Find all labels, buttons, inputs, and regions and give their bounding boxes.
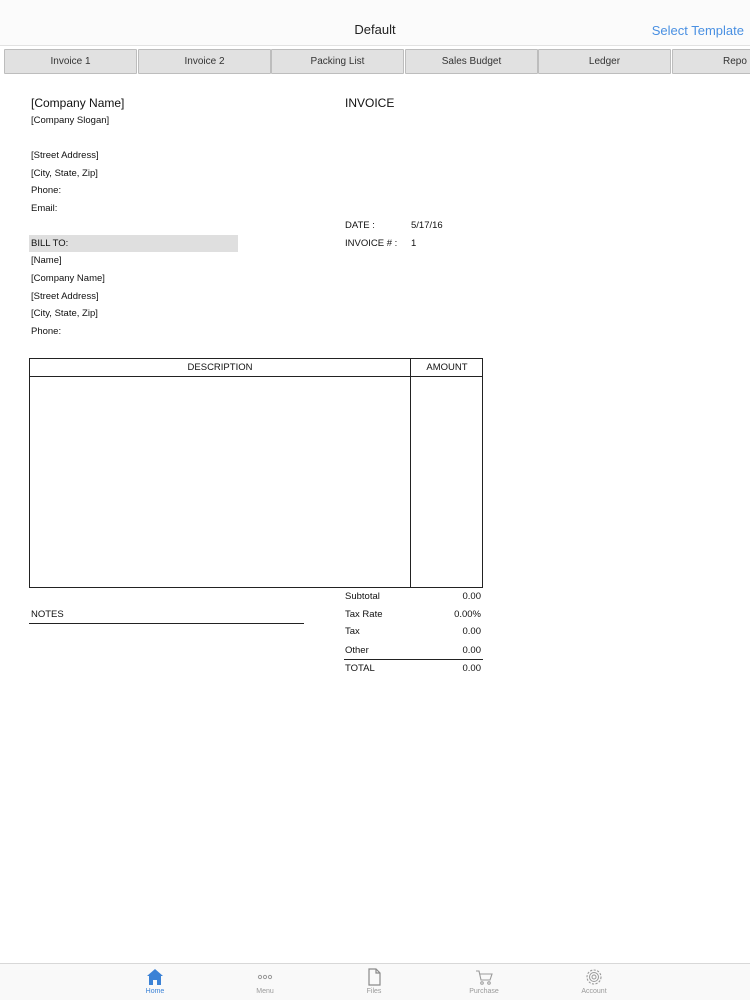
description-header: DESCRIPTION bbox=[187, 362, 253, 373]
company-slogan[interactable]: [Company Slogan] bbox=[31, 115, 109, 126]
other-value[interactable]: 0.00 bbox=[411, 645, 482, 656]
other-label: Other bbox=[345, 645, 369, 656]
cart-icon bbox=[476, 970, 493, 985]
company-email[interactable]: Email: bbox=[31, 203, 57, 214]
tax-rate-label: Tax Rate bbox=[345, 609, 383, 620]
nav-title: Default bbox=[354, 22, 396, 37]
total-value: 0.00 bbox=[462, 663, 482, 674]
bill-to-street[interactable]: [Street Address] bbox=[31, 291, 99, 302]
company-city[interactable]: [City, State, Zip] bbox=[31, 168, 98, 179]
company-name[interactable]: [Company Name] bbox=[31, 96, 124, 110]
tab-files-label: Files bbox=[366, 988, 382, 995]
tab-purchase-label: Purchase bbox=[469, 988, 499, 995]
bill-to-company[interactable]: [Company Name] bbox=[31, 273, 105, 284]
bill-to-heading: BILL TO: bbox=[31, 238, 69, 249]
navigation-bar: Default Select Template bbox=[0, 0, 750, 46]
notes-label[interactable]: NOTES bbox=[31, 609, 64, 620]
invoice-number-value[interactable]: 1 bbox=[411, 238, 416, 249]
tax-value: 0.00 bbox=[462, 626, 482, 637]
bill-to-phone[interactable]: Phone: bbox=[31, 326, 61, 337]
more-icon bbox=[257, 974, 273, 980]
tab-account[interactable]: Account bbox=[564, 967, 624, 1000]
invoice-document: [Company Name] [Company Slogan] [Street … bbox=[0, 80, 750, 960]
template-tabs: Invoice 1 Invoice 2 Packing List Sales B… bbox=[0, 49, 750, 74]
tab-packing-list[interactable]: Packing List bbox=[271, 49, 404, 74]
home-icon bbox=[147, 969, 163, 985]
gear-icon bbox=[586, 969, 602, 985]
date-label: DATE : bbox=[345, 220, 375, 231]
bill-to-city[interactable]: [City, State, Zip] bbox=[31, 308, 98, 319]
tab-files[interactable]: Files bbox=[344, 967, 404, 1000]
invoice-number-label: INVOICE # : bbox=[345, 238, 398, 249]
tab-purchase[interactable]: Purchase bbox=[454, 967, 514, 1000]
tab-menu-label: Menu bbox=[256, 988, 274, 995]
tax-label: Tax bbox=[345, 626, 360, 637]
bottom-tab-bar: Home Menu Files Purchase Account bbox=[0, 963, 750, 1000]
file-icon bbox=[368, 968, 381, 986]
line-items-table[interactable]: DESCRIPTION AMOUNT bbox=[29, 358, 483, 588]
amount-header: AMOUNT bbox=[426, 362, 468, 373]
invoice-title: INVOICE bbox=[345, 96, 395, 110]
notes-underline bbox=[29, 623, 304, 624]
tab-home[interactable]: Home bbox=[125, 967, 185, 1000]
column-divider bbox=[410, 359, 411, 587]
select-template-button[interactable]: Select Template bbox=[652, 23, 744, 38]
tax-rate-value[interactable]: 0.00% bbox=[411, 609, 481, 620]
subtotal-value: 0.00 bbox=[462, 591, 482, 602]
total-label: TOTAL bbox=[345, 663, 375, 674]
tab-home-label: Home bbox=[145, 988, 165, 995]
tab-account-label: Account bbox=[581, 988, 607, 995]
tab-sales-budget[interactable]: Sales Budget bbox=[405, 49, 538, 74]
subtotal-label: Subtotal bbox=[345, 591, 380, 602]
tab-invoice-2[interactable]: Invoice 2 bbox=[138, 49, 271, 74]
total-divider bbox=[344, 659, 483, 660]
bill-to-name[interactable]: [Name] bbox=[31, 255, 62, 266]
tab-invoice-1[interactable]: Invoice 1 bbox=[4, 49, 137, 74]
company-street[interactable]: [Street Address] bbox=[31, 150, 99, 161]
tab-menu[interactable]: Menu bbox=[235, 967, 295, 1000]
tab-report[interactable]: Repo bbox=[672, 49, 750, 74]
tab-ledger[interactable]: Ledger bbox=[538, 49, 671, 74]
date-value[interactable]: 5/17/16 bbox=[411, 220, 443, 231]
company-phone[interactable]: Phone: bbox=[31, 185, 61, 196]
